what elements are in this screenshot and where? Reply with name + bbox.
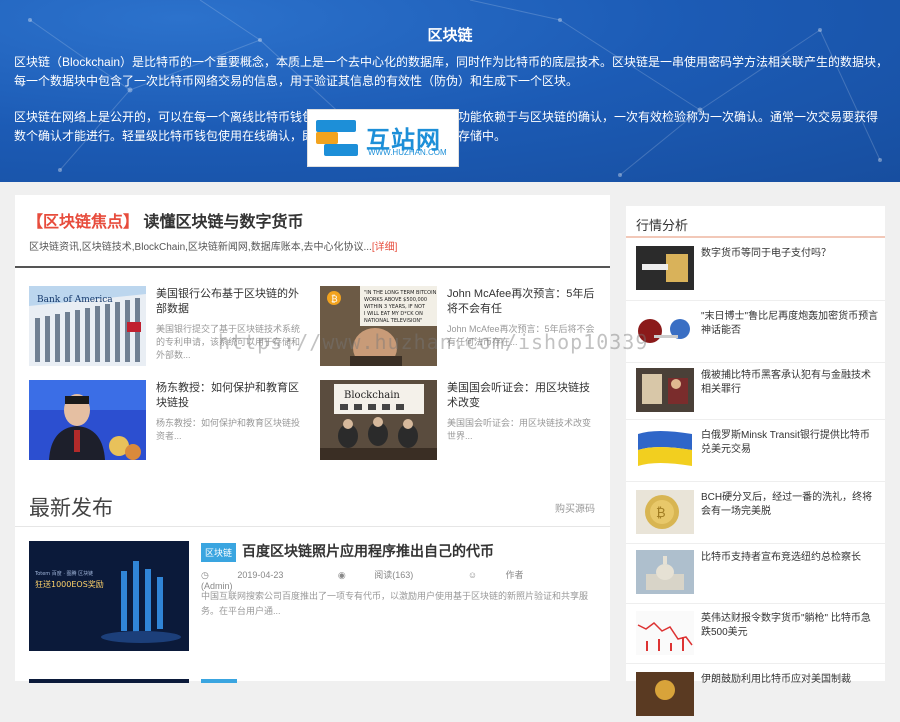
clock-icon: ◷ <box>201 570 212 580</box>
sidebar-heading: 行情分析 <box>636 218 689 233</box>
next-post-badge <box>201 679 237 683</box>
sidebar-separator <box>626 663 885 664</box>
sidebar-item-title: 比特币支持者宣布竞选纽约总检察长 <box>701 552 861 563</box>
main-column: 【区块链焦点】 读懂区块链与数字货币 区块链资讯,区块链技术,BlockChai… <box>15 195 610 683</box>
sidebar-separator <box>626 419 885 420</box>
sidebar-separator <box>626 362 885 363</box>
hero-banner: 区块链 区块链（Blockchain）是比特币的一个重要概念，本质上是一个去中心… <box>0 0 900 182</box>
mcafee-thumbnail: "IN THE LONG TERM BITCOIN WORKS ABOVE $5… <box>320 286 437 366</box>
baidu-token-thumbnail: Totem 百度 · 图腾 区块链 狂送1000EOS奖励 <box>29 541 189 651</box>
post-views: ◉ 阅读(163) <box>338 570 439 580</box>
card-title: John McAfee再次预言：5年后将不会有任 <box>447 288 595 315</box>
logo-mark-icon <box>316 120 358 156</box>
sidebar-item[interactable]: 英伟达财报令数字货币"躺枪" 比特币急跌500美元 <box>636 611 885 661</box>
sidebar-separator <box>626 603 885 604</box>
hearing-thumbnail: Blockchain <box>320 380 437 460</box>
focus-title[interactable]: 【区块链焦点】 读懂区块链与数字货币 <box>27 208 303 232</box>
category-badge[interactable]: 区块链 <box>201 543 237 562</box>
post-excerpt: 中国互联网搜索公司百度推出了一项专有代币，以激励用户使用基于区块链的新照片验证和… <box>201 591 589 616</box>
focus-desc-text: 区块链资讯,区块链技术,BlockChain,区块链新闻网,数据库账本,去中心化… <box>29 242 372 253</box>
hero-paragraph-1: 区块链（Blockchain）是比特币的一个重要概念，本质上是一个去中心化的数据… <box>14 55 889 88</box>
buy-source-link[interactable]: 购买源码 <box>555 500 595 515</box>
post-views-text: 阅读(163) <box>374 570 414 580</box>
card-title: 杨东教授：如何保护和教育区块链投 <box>156 382 299 409</box>
payment-thumbnail <box>636 246 694 290</box>
news-card[interactable]: Bank of America 美国银行公布基于区块链的外部数据 美国银行提交了… <box>29 286 314 368</box>
svg-text:WITHIN 3 YEARS, IF NOT: WITHIN 3 YEARS, IF NOT <box>364 304 426 310</box>
sidebar-item[interactable]: "末日博士"鲁比尼再度炮轰加密货币预言神话能否 <box>636 309 885 359</box>
focus-tag: 【区块链焦点】 <box>27 214 140 231</box>
post-meta: ◷ 2019-04-23 ◉ 阅读(163) ☺ 作者(Admin) <box>201 568 599 591</box>
bank-building-thumbnail: Bank of America <box>29 286 146 366</box>
svg-text:I WILL EAT MY D*CK ON: I WILL EAT MY D*CK ON <box>364 311 423 317</box>
svg-text:Totem 百度 · 图腾 区块链: Totem 百度 · 图腾 区块链 <box>34 570 93 577</box>
svg-text:"IN THE LONG TERM BITCOIN: "IN THE LONG TERM BITCOIN <box>364 290 437 296</box>
focus-description: 区块链资讯,区块链技术,BlockChain,区块链新闻网,数据库账本,去中心化… <box>29 238 397 253</box>
sidebar-separator <box>626 300 885 301</box>
svg-text:Bank of America: Bank of America <box>37 295 113 305</box>
card-excerpt: 杨东教授：如何保护和教育区块链投资者... <box>156 418 301 441</box>
svg-text:₿: ₿ <box>331 294 338 305</box>
hacker-thumbnail <box>636 368 694 412</box>
news-card[interactable]: 杨东教授：如何保护和教育区块链投 杨东教授：如何保护和教育区块链投资者... <box>29 380 314 462</box>
svg-text:₿: ₿ <box>656 506 666 521</box>
watermark: https://www.huzhan.com/ishop10339 <box>218 330 649 354</box>
sidebar-item-title: 俄被捕比特币黑客承认犯有与金融技术相关罪行 <box>701 370 871 395</box>
sidebar-item-title: 白俄罗斯Minsk Transit银行提供比特币兑美元交易 <box>701 430 870 455</box>
post-title[interactable]: 百度区块链照片应用程序推出自己的代币 <box>242 541 494 561</box>
focus-title-text: 读懂区块链与数字货币 <box>143 214 304 231</box>
sidebar-item[interactable]: 白俄罗斯Minsk Transit银行提供比特币兑美元交易 <box>636 428 885 478</box>
next-post-thumbnail <box>29 679 189 683</box>
flag-thumbnail <box>636 428 694 472</box>
sidebar-item-title: BCH硬分叉后，经过一番的洗礼，终将会有一场完美脱 <box>701 492 873 517</box>
sidebar-item[interactable]: 伊朗鼓励利用比特币应对美国制裁 <box>636 672 885 722</box>
sidebar-heading-underline <box>626 236 885 238</box>
sidebar-item-title: 数字货币等同于电子支付吗？ <box>701 248 831 259</box>
sidebar: 行情分析 数字货币等同于电子支付吗？ "末日博士"鲁比尼再度炮轰加密货币预言神话… <box>626 206 885 716</box>
sidebar-item-title: 伊朗鼓励利用比特币应对美国制裁 <box>701 674 851 685</box>
latest-post[interactable]: Totem 百度 · 图腾 区块链 狂送1000EOS奖励 区块链 百度区块链照… <box>29 541 599 651</box>
eye-icon: ◉ <box>337 570 349 580</box>
card-title: 美国国会听证会：用区块链技术改变 <box>447 382 590 409</box>
svg-text:Blockchain: Blockchain <box>344 390 400 401</box>
capitol-thumbnail <box>636 550 694 594</box>
price-chart-thumbnail <box>636 611 694 655</box>
sidebar-item[interactable]: ₿ BCH硬分叉后，经过一番的洗礼，终将会有一场完美脱 <box>636 490 885 540</box>
sidebar-item[interactable]: 比特币支持者宣布竞选纽约总检察长 <box>636 550 885 600</box>
focus-section: 【区块链焦点】 读懂区块链与数字货币 区块链资讯,区块链技术,BlockChai… <box>15 195 610 268</box>
card-title: 美国银行公布基于区块链的外部数据 <box>156 288 299 315</box>
latest-divider <box>15 526 610 527</box>
sidebar-item-title: "末日博士"鲁比尼再度炮轰加密货币预言神话能否 <box>701 311 879 336</box>
bch-coin-thumbnail: ₿ <box>636 490 694 534</box>
svg-text:WORKS ABOVE $500,000: WORKS ABOVE $500,000 <box>364 297 427 303</box>
sidebar-item-title: 英伟达财报令数字货币"躺枪" 比特币急跌500美元 <box>701 613 871 638</box>
sidebar-item[interactable]: 俄被捕比特币黑客承认犯有与金融技术相关罪行 <box>636 368 885 418</box>
user-icon: ☺ <box>467 570 480 580</box>
professor-thumbnail <box>29 380 146 460</box>
sidebar-separator <box>626 543 885 544</box>
huzhan-logo[interactable]: 互站网 WWW.HUZHAN.COM <box>307 109 459 167</box>
logo-url: WWW.HUZHAN.COM <box>368 148 447 157</box>
sidebar-item[interactable]: 数字货币等同于电子支付吗？ <box>636 246 885 296</box>
latest-heading: 最新发布 <box>29 497 113 520</box>
focus-more-link[interactable]: [详细] <box>372 242 398 253</box>
iran-thumbnail <box>636 672 694 716</box>
sidebar-separator <box>626 481 885 482</box>
news-card[interactable]: Blockchain 美国国会听证会：用区块链技术改变 美国国会听证会：用区块链… <box>320 380 605 462</box>
news-card[interactable]: "IN THE LONG TERM BITCOIN WORKS ABOVE $5… <box>320 286 605 368</box>
post-date-text: 2019-04-23 <box>237 570 284 580</box>
svg-text:狂送1000EOS奖励: 狂送1000EOS奖励 <box>35 579 104 589</box>
post-date: ◷ 2019-04-23 <box>201 570 309 580</box>
svg-text:NATIONAL TELEVISION": NATIONAL TELEVISION" <box>364 318 422 324</box>
hero-title: 区块链 <box>427 27 473 44</box>
card-excerpt: 美国国会听证会：用区块链技术改变世界... <box>447 418 592 441</box>
